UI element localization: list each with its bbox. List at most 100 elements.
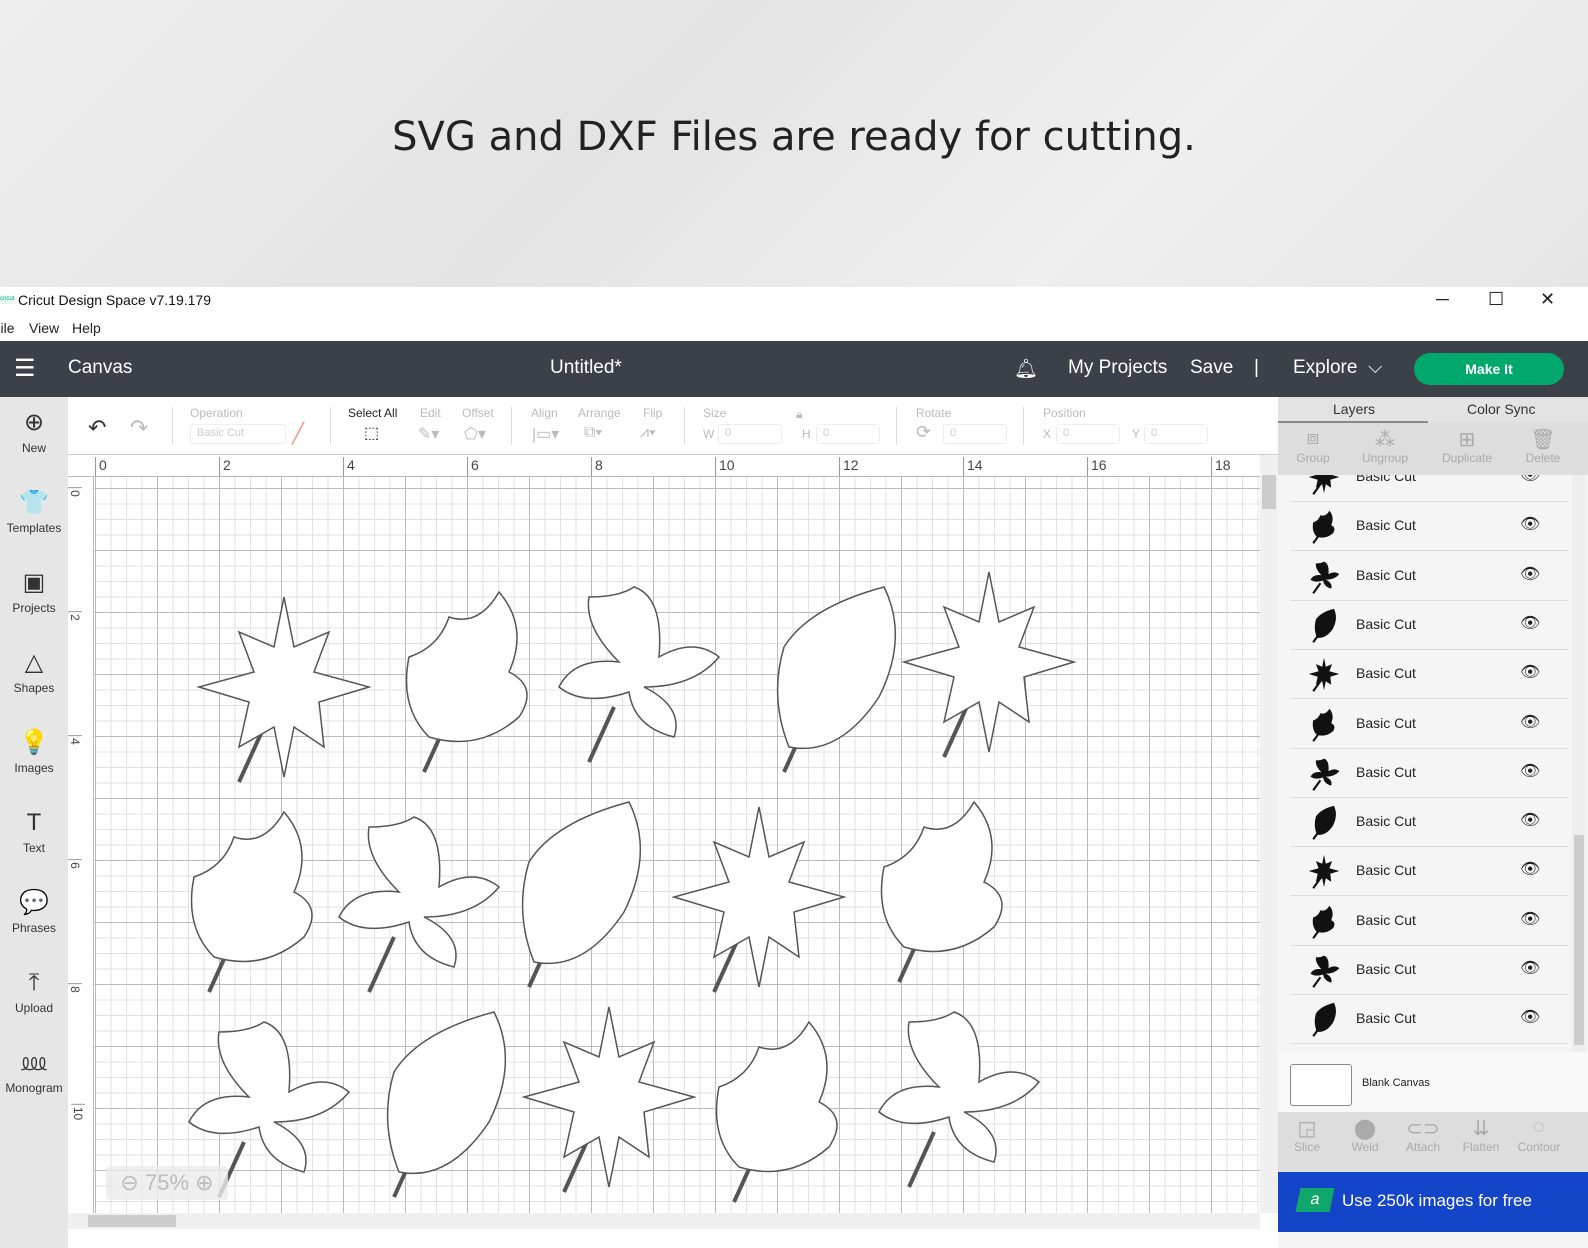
- layer-item[interactable]: Basic Cut 👁︎: [1290, 798, 1568, 848]
- delete-button[interactable]: 🗑︎ Delete: [1508, 427, 1578, 465]
- leaf-shape[interactable]: [880, 800, 1003, 983]
- eye-icon[interactable]: 👁︎: [1520, 859, 1540, 879]
- tab-color-sync[interactable]: Color Sync: [1467, 401, 1535, 417]
- sidebar-item-phrases[interactable]: 💬 Phrases: [0, 877, 68, 957]
- leaf-shape[interactable]: [521, 801, 642, 988]
- canvas-swatch[interactable]: [1290, 1064, 1352, 1106]
- sidebar-item-text[interactable]: T Text: [0, 797, 68, 877]
- scroll-thumb[interactable]: [1574, 835, 1584, 1045]
- promo-banner[interactable]: a Use 250k images for free: [1278, 1172, 1588, 1232]
- layer-item[interactable]: Basic Cut 👁︎: [1290, 995, 1568, 1045]
- leaf-thumbnail-icon: [1308, 475, 1340, 495]
- leaf-shape[interactable]: [715, 1020, 838, 1203]
- bell-icon[interactable]: 🔔︎: [1014, 357, 1038, 381]
- layer-item[interactable]: Basic Cut 👁︎: [1290, 896, 1568, 946]
- eye-icon[interactable]: 👁︎: [1520, 514, 1540, 534]
- leaf-shape[interactable]: [558, 586, 721, 763]
- layer-item[interactable]: Basic Cut 👁︎: [1290, 847, 1568, 897]
- zoom-out-button[interactable]: ⊖: [120, 1170, 138, 1195]
- align-icon[interactable]: |▭▾: [532, 424, 559, 444]
- close-button[interactable]: ✕: [1540, 289, 1555, 310]
- explore-menu[interactable]: Explore: [1293, 357, 1357, 379]
- sidebar-item-shapes[interactable]: △ Shapes: [0, 637, 68, 717]
- scroll-thumb[interactable]: [88, 1215, 176, 1227]
- eye-icon[interactable]: 👁︎: [1520, 1007, 1540, 1027]
- operation-select[interactable]: Basic Cut: [190, 424, 286, 444]
- leaf-shape[interactable]: [405, 590, 528, 773]
- menu-help[interactable]: Help: [72, 320, 101, 336]
- layer-item[interactable]: Basic Cut 👁︎: [1290, 650, 1568, 700]
- eye-icon[interactable]: 👁︎: [1520, 909, 1540, 929]
- layer-item[interactable]: Basic Cut 👁︎: [1290, 600, 1568, 650]
- eye-icon[interactable]: 👁︎: [1520, 712, 1540, 732]
- x-input[interactable]: 0: [1056, 424, 1120, 444]
- leaf-shape[interactable]: [776, 586, 897, 773]
- offset-icon[interactable]: ⬠▾: [464, 424, 486, 444]
- eye-icon[interactable]: 👁︎: [1520, 958, 1540, 978]
- leaf-shape[interactable]: [338, 816, 501, 993]
- leaf-shape[interactable]: [671, 806, 847, 993]
- eye-icon[interactable]: 👁︎: [1520, 475, 1540, 485]
- y-input[interactable]: 0: [1144, 424, 1208, 444]
- duplicate-button[interactable]: ⊞ Duplicate: [1432, 427, 1502, 465]
- eye-icon[interactable]: 👁︎: [1520, 761, 1540, 781]
- width-input[interactable]: 0: [718, 424, 782, 444]
- minimize-button[interactable]: ─: [1436, 289, 1449, 310]
- chevron-down-icon[interactable]: ⌵: [1368, 357, 1382, 379]
- select-all-label[interactable]: Select All: [348, 406, 397, 420]
- contour-button[interactable]: ◌ Contour: [1504, 1116, 1574, 1154]
- layer-item[interactable]: Basic Cut 👁︎: [1290, 475, 1568, 502]
- my-projects-link[interactable]: My Projects: [1068, 357, 1167, 379]
- sidebar-item-monogram[interactable]: ⅏ Monogram: [0, 1037, 68, 1117]
- blank-canvas-layer[interactable]: Blank Canvas: [1278, 1052, 1588, 1112]
- sidebar-item-new[interactable]: ⊕ New: [0, 397, 68, 477]
- layer-item[interactable]: Basic Cut 👁︎: [1290, 502, 1568, 552]
- vertical-scrollbar[interactable]: [1260, 455, 1278, 1213]
- menu-view[interactable]: View: [29, 320, 59, 336]
- panel-tabs: Layers Color Sync: [1278, 397, 1588, 423]
- promo-text: Use 250k images for free: [1342, 1191, 1532, 1210]
- leaf-shape[interactable]: [901, 571, 1077, 758]
- eye-icon[interactable]: 👁︎: [1520, 564, 1540, 584]
- group-button[interactable]: ⧈ Group: [1278, 427, 1348, 465]
- sidebar-item-images[interactable]: 💡 Images: [0, 717, 68, 797]
- leaf-shape[interactable]: [190, 810, 313, 993]
- horizontal-scrollbar[interactable]: [68, 1213, 1260, 1229]
- leaf-shape[interactable]: [521, 1006, 697, 1193]
- make-it-button[interactable]: Make It: [1414, 353, 1564, 385]
- eye-icon[interactable]: 👁︎: [1520, 613, 1540, 633]
- save-button[interactable]: Save: [1190, 357, 1233, 379]
- eye-icon[interactable]: 👁︎: [1520, 810, 1540, 830]
- hamburger-menu-icon[interactable]: ☰: [14, 354, 36, 383]
- tab-layers[interactable]: Layers: [1333, 401, 1375, 417]
- layer-item[interactable]: Basic Cut 👁︎: [1290, 946, 1568, 995]
- layer-item[interactable]: Basic Cut 👁︎: [1290, 551, 1568, 601]
- sidebar-item-upload[interactable]: ⤒ Upload: [0, 957, 68, 1037]
- edit-pencil-icon[interactable]: ✎▾: [418, 424, 439, 444]
- rotate-input[interactable]: 0: [943, 424, 1007, 444]
- ungroup-button[interactable]: ⁂ Ungroup: [1350, 427, 1420, 465]
- arrange-icon[interactable]: ⧉▾: [584, 424, 602, 442]
- leaf-shape[interactable]: [196, 596, 372, 783]
- height-input[interactable]: 0: [816, 424, 880, 444]
- linetype-color-icon[interactable]: ╱: [292, 421, 304, 446]
- layer-tools: ⧈ Group ⁂ Ungroup ⊞ Duplicate 🗑︎ Delete: [1278, 423, 1588, 475]
- maximize-button[interactable]: ☐: [1488, 289, 1504, 310]
- layer-item[interactable]: Basic Cut 👁︎: [1290, 699, 1568, 749]
- undo-icon[interactable]: ↶: [88, 415, 106, 441]
- flip-icon[interactable]: ⩘▾: [640, 424, 656, 442]
- design-canvas[interactable]: [94, 477, 1260, 1213]
- menu-file[interactable]: File: [0, 320, 15, 336]
- eye-icon[interactable]: 👁︎: [1520, 662, 1540, 682]
- scroll-thumb[interactable]: [1262, 475, 1276, 509]
- sidebar-item-templates[interactable]: 👕 Templates: [0, 477, 68, 557]
- zoom-in-button[interactable]: ⊕: [195, 1170, 213, 1195]
- layer-item[interactable]: Basic Cut 👁︎: [1290, 748, 1568, 798]
- select-all-icon[interactable]: ⬚: [364, 423, 379, 443]
- leaf-shape[interactable]: [386, 1011, 507, 1198]
- redo-icon[interactable]: ↷: [130, 415, 148, 441]
- lock-icon[interactable]: 🔒︎: [796, 407, 802, 422]
- layer-scrollbar[interactable]: [1572, 475, 1586, 1052]
- sidebar-item-projects[interactable]: ▣ Projects: [0, 557, 68, 637]
- leaf-shape[interactable]: [878, 1011, 1041, 1188]
